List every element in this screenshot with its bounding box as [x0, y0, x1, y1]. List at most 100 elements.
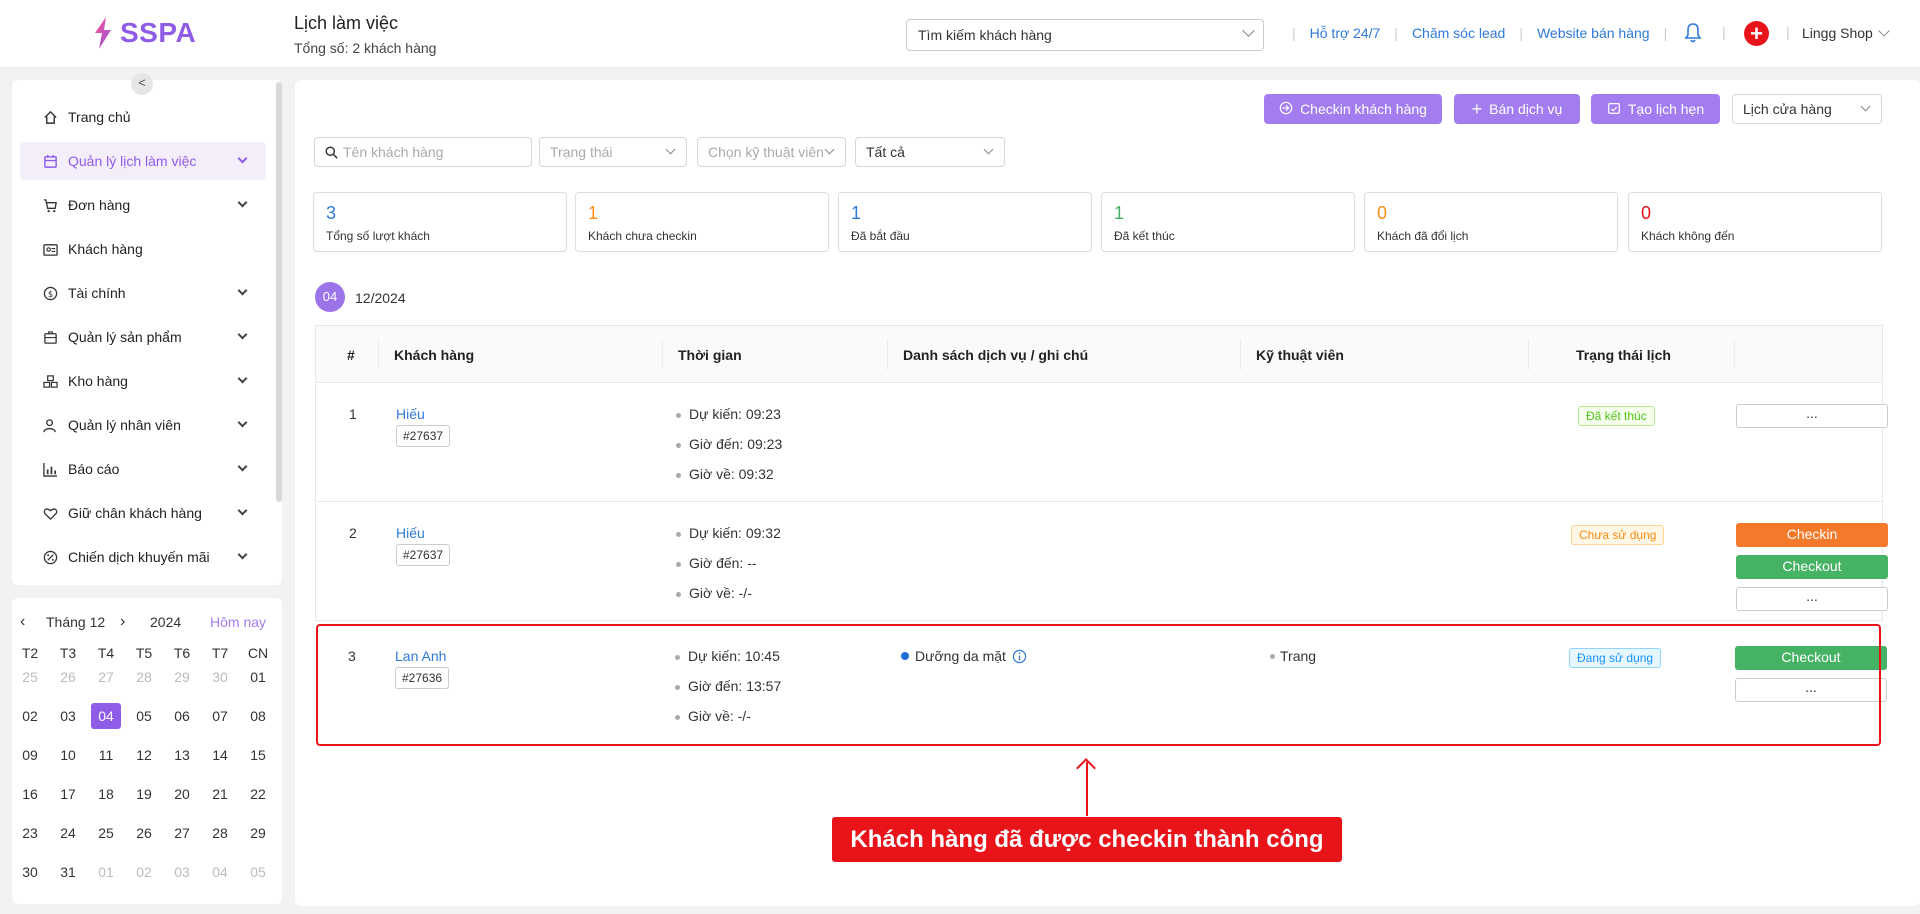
chevron-left-icon[interactable]: ‹: [20, 613, 25, 631]
create-appointment-button[interactable]: Tạo lịch hẹn: [1591, 94, 1720, 124]
date-badge: 04: [315, 282, 345, 312]
customer-name-input[interactable]: Tên khách hàng: [314, 137, 532, 167]
sidebar-collapse-button[interactable]: <: [131, 73, 153, 95]
calendar-day[interactable]: 11: [91, 742, 121, 768]
calendar-check-icon: [1607, 101, 1621, 118]
time-label: Giờ về:: [689, 466, 735, 482]
sidebar-item-products[interactable]: Quản lý sản phẩm: [20, 318, 266, 356]
sidebar-item-schedule[interactable]: Quản lý lịch làm việc: [20, 142, 266, 180]
weekday-label: T5: [135, 645, 153, 661]
calendar-day[interactable]: 25: [91, 820, 121, 846]
lead-care-link[interactable]: Chăm sóc lead: [1412, 25, 1505, 41]
calendar-day[interactable]: 12: [129, 742, 159, 768]
chevron-down-icon: [1242, 24, 1255, 37]
sidebar-item-retention[interactable]: Giữ chân khách hàng: [20, 494, 266, 532]
sidebar-item-home[interactable]: Trang chủ: [20, 98, 266, 136]
stat-label: Khách chưa checkin: [588, 229, 697, 243]
sidebar-item-staff[interactable]: Quản lý nhân viên: [20, 406, 266, 444]
today-button[interactable]: Hôm nay: [210, 614, 266, 630]
calendar-day[interactable]: 30: [15, 859, 45, 885]
column-divider: [1734, 340, 1735, 370]
more-actions-button[interactable]: ...: [1736, 587, 1888, 611]
calendar-day[interactable]: 14: [205, 742, 235, 768]
chevron-right-icon[interactable]: ›: [120, 613, 125, 631]
calendar-day[interactable]: 15: [243, 742, 273, 768]
id-card-icon: [42, 241, 58, 257]
technician-select[interactable]: Chọn kỹ thuật viên: [697, 137, 846, 167]
calendar-day[interactable]: 27: [91, 664, 121, 690]
sales-website-link[interactable]: Website bán hàng: [1537, 25, 1650, 41]
calendar-day[interactable]: 23: [15, 820, 45, 846]
calendar-day[interactable]: 19: [129, 781, 159, 807]
button-label: Bán dịch vụ: [1489, 101, 1563, 117]
calendar-day[interactable]: 03: [167, 859, 197, 885]
separator: |: [1394, 25, 1398, 41]
calendar-day[interactable]: 24: [53, 820, 83, 846]
calendar-day[interactable]: 27: [167, 820, 197, 846]
calendar-day[interactable]: 26: [53, 664, 83, 690]
logo[interactable]: SSPA: [92, 16, 196, 50]
calendar-day[interactable]: 21: [205, 781, 235, 807]
calendar-day[interactable]: 02: [129, 859, 159, 885]
calendar-day[interactable]: 05: [129, 703, 159, 729]
calendar-day[interactable]: 01: [91, 859, 121, 885]
calendar-day[interactable]: 05: [243, 859, 273, 885]
calendar-day[interactable]: 03: [53, 703, 83, 729]
shop-name[interactable]: Lingg Shop: [1802, 25, 1873, 41]
sell-service-button[interactable]: + Bán dịch vụ: [1454, 94, 1580, 124]
calendar-day[interactable]: 16: [15, 781, 45, 807]
calendar-day[interactable]: 08: [243, 703, 273, 729]
support-link[interactable]: Hỗ trợ 24/7: [1310, 25, 1381, 41]
more-actions-button[interactable]: ...: [1736, 404, 1888, 428]
calendar-day[interactable]: 06: [167, 703, 197, 729]
calendar-year[interactable]: 2024: [150, 614, 181, 630]
sidebar-item-label: Trang chủ: [68, 109, 131, 125]
calendar-day[interactable]: 01: [243, 664, 273, 690]
calendar-day[interactable]: 29: [167, 664, 197, 690]
calendar-day[interactable]: 04: [205, 859, 235, 885]
box-icon: [42, 329, 58, 345]
sidebar-item-finance[interactable]: $ Tài chính: [20, 274, 266, 312]
chevron-down-icon[interactable]: [1878, 25, 1890, 37]
all-filter-select[interactable]: Tất cả: [855, 137, 1005, 167]
calendar-day[interactable]: 31: [53, 859, 83, 885]
calendar-day[interactable]: 29: [243, 820, 273, 846]
weekday-label: T3: [59, 645, 77, 661]
calendar-day[interactable]: 30: [205, 664, 235, 690]
calendar-day[interactable]: 07: [205, 703, 235, 729]
status-select[interactable]: Trạng thái: [539, 137, 687, 167]
add-button[interactable]: +: [1744, 21, 1769, 46]
sidebar-item-warehouse[interactable]: Kho hàng: [20, 362, 266, 400]
checkin-button[interactable]: Checkin: [1736, 523, 1888, 547]
calendar-day[interactable]: 25: [15, 664, 45, 690]
bell-icon[interactable]: [1684, 22, 1702, 44]
customer-search-select[interactable]: Tìm kiếm khách hàng: [906, 19, 1264, 51]
sidebar-item-orders[interactable]: Đơn hàng: [20, 186, 266, 224]
header-links: | Hỗ trợ 24/7 | Chăm sóc lead | Website …: [1278, 25, 1681, 41]
sidebar-scrollbar[interactable]: [276, 82, 282, 502]
calendar-day[interactable]: 26: [129, 820, 159, 846]
customer-name-link[interactable]: Hiếu: [396, 406, 425, 422]
calendar-day[interactable]: 18: [91, 781, 121, 807]
checkout-button[interactable]: Checkout: [1736, 555, 1888, 579]
chevron-down-icon: [237, 549, 248, 560]
calendar-day[interactable]: 09: [15, 742, 45, 768]
calendar-day[interactable]: 02: [15, 703, 45, 729]
calendar-day[interactable]: 28: [205, 820, 235, 846]
sidebar-item-reports[interactable]: Báo cáo: [20, 450, 266, 488]
calendar-day[interactable]: 17: [53, 781, 83, 807]
svg-text:$: $: [47, 288, 52, 298]
calendar-day[interactable]: 28: [129, 664, 159, 690]
store-calendar-select[interactable]: Lịch cửa hàng: [1732, 94, 1882, 124]
sidebar-item-promotions[interactable]: Chiến dịch khuyến mãi: [20, 538, 266, 576]
calendar-day[interactable]: 04: [91, 703, 121, 729]
calendar-month[interactable]: Tháng 12: [46, 614, 105, 630]
calendar-day[interactable]: 20: [167, 781, 197, 807]
calendar-day[interactable]: 22: [243, 781, 273, 807]
checkin-customer-button[interactable]: Checkin khách hàng: [1264, 94, 1442, 124]
sidebar-item-customers[interactable]: Khách hàng: [20, 230, 266, 268]
customer-name-link[interactable]: Hiếu: [396, 525, 425, 541]
calendar-day[interactable]: 10: [53, 742, 83, 768]
calendar-day[interactable]: 13: [167, 742, 197, 768]
customer-code: #27637: [396, 425, 451, 447]
